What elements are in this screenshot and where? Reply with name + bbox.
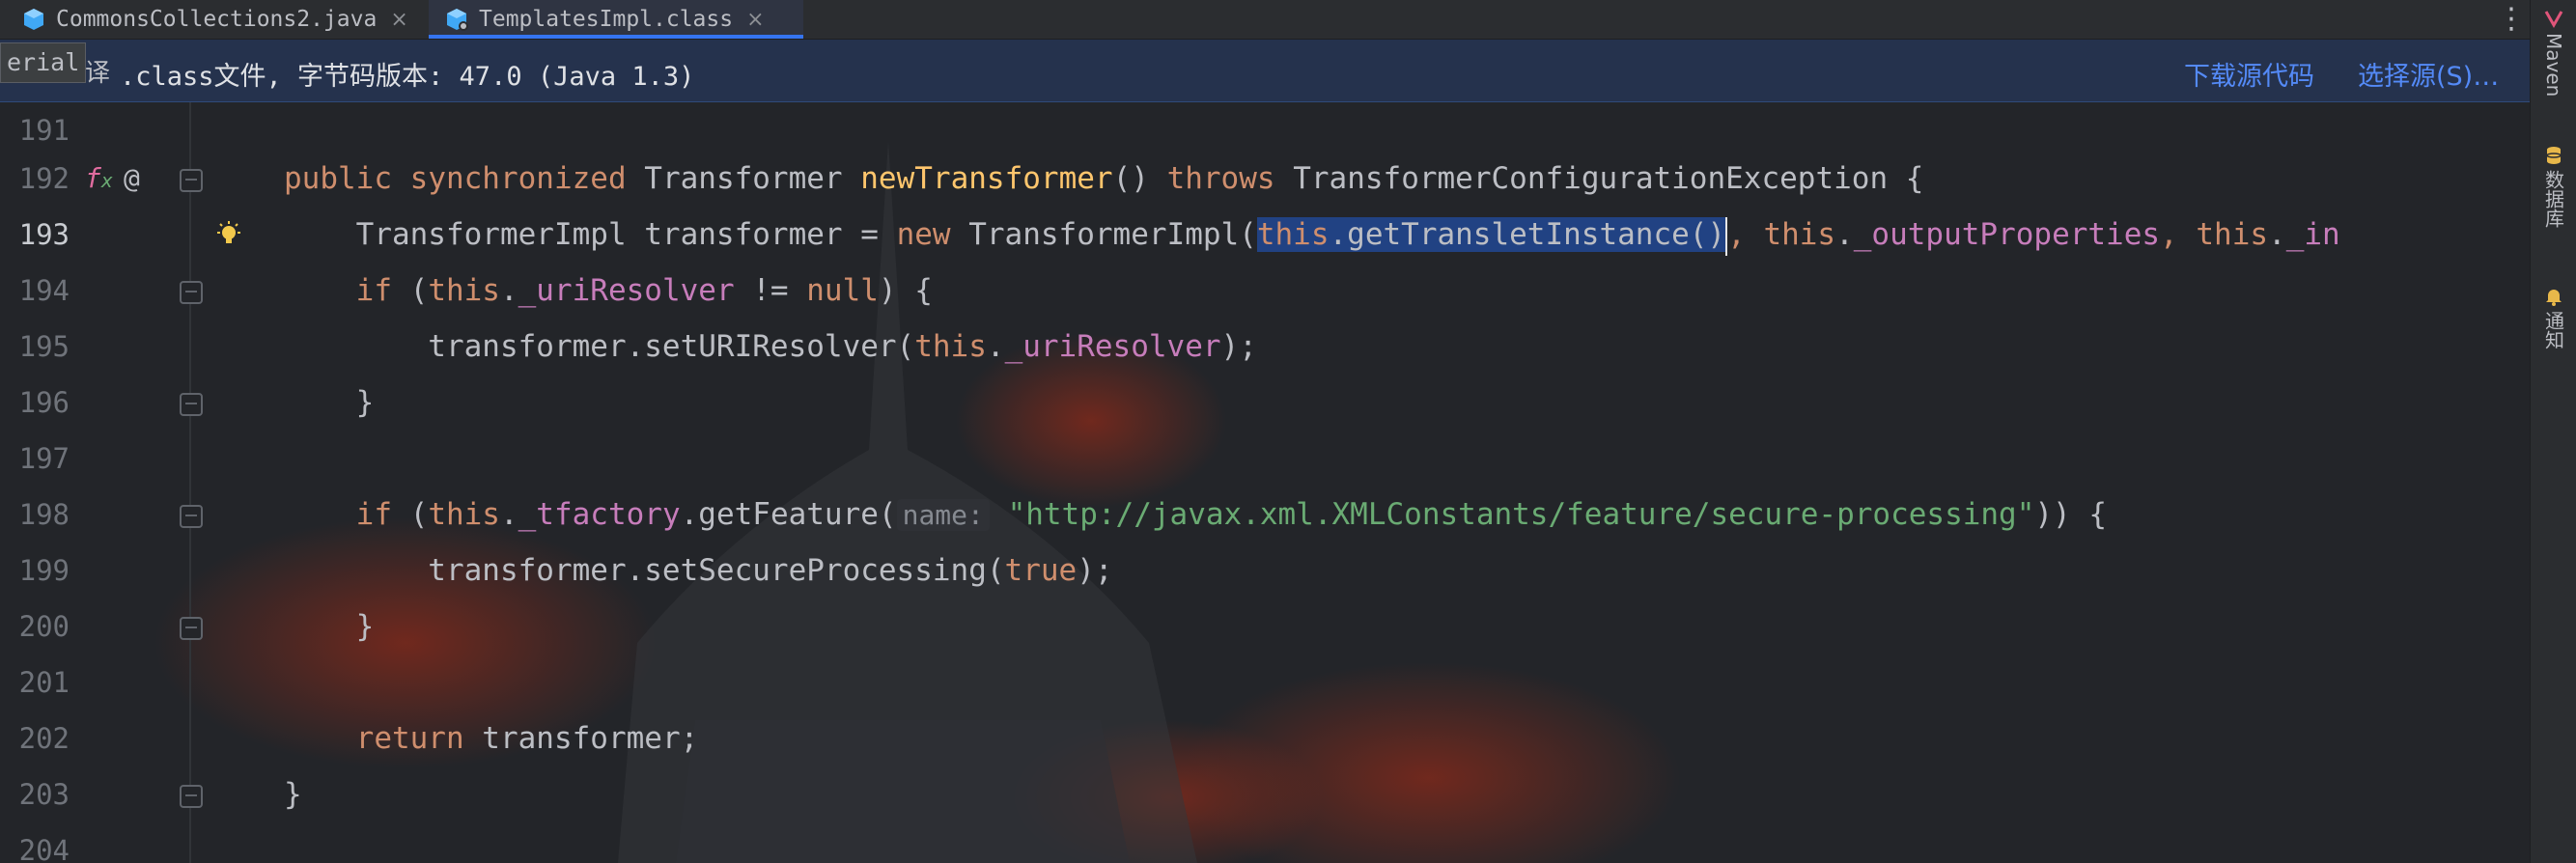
- code-line[interactable]: 202 return transformer;: [0, 710, 2530, 766]
- more-tabs-icon[interactable]: ⋮: [2497, 2, 2526, 36]
- code-text: return transformer;: [355, 721, 699, 756]
- code-text: if (this._tfactory.getFeature(name: "htt…: [355, 497, 2108, 532]
- tab-label: CommonsCollections2.java: [56, 7, 378, 32]
- code-text: transformer.setSecureProcessing(true);: [284, 553, 1113, 588]
- tab-label: TemplatesImpl.class: [479, 7, 734, 32]
- code-line[interactable]: 201: [0, 654, 2530, 710]
- line-number: 198: [18, 498, 70, 531]
- override-method-icon[interactable]: fx: [85, 151, 113, 209]
- line-number: 201: [18, 666, 70, 699]
- line-number: 199: [18, 554, 70, 587]
- banner-icon-fragment: 译: [85, 59, 111, 88]
- line-number: 192: [18, 162, 70, 195]
- code-line[interactable]: 194 if (this._uriResolver != null) {: [0, 263, 2530, 319]
- code-line[interactable]: 195 transformer.setURIResolver(this._uri…: [0, 319, 2530, 375]
- notification-bell-icon: [2546, 290, 2562, 306]
- parameter-hint: name:: [896, 499, 990, 531]
- line-number: 195: [18, 330, 70, 363]
- choose-source-link[interactable]: 选择源(S)…: [2358, 55, 2499, 93]
- banner-message: .class文件, 字节码版本: 47.0 (Java 1.3): [120, 62, 695, 92]
- code-text: public synchronized Transformer newTrans…: [284, 161, 1924, 196]
- tab-templatesimpl[interactable]: TemplatesImpl.class ×: [429, 0, 803, 39]
- lightbulb-icon[interactable]: [214, 220, 243, 249]
- tool-label: 通知: [2541, 311, 2565, 349]
- line-number: 202: [18, 722, 70, 755]
- close-icon[interactable]: ×: [390, 8, 407, 32]
- line-number: 203: [18, 778, 70, 811]
- fold-toggle-icon[interactable]: [180, 169, 203, 192]
- fold-toggle-icon[interactable]: [180, 785, 203, 808]
- code-text: }: [284, 385, 375, 420]
- code-line[interactable]: 200 }: [0, 599, 2530, 654]
- tooltip-fragment: erial: [0, 42, 87, 83]
- line-number: 194: [18, 274, 70, 307]
- java-class-icon: [24, 9, 43, 30]
- download-source-link[interactable]: 下载源代码: [2184, 55, 2314, 93]
- tool-label: Maven: [2542, 33, 2565, 97]
- notifications-tool-button[interactable]: 通知: [2531, 286, 2576, 349]
- fx-icon: f: [85, 162, 101, 194]
- close-icon[interactable]: ×: [746, 8, 764, 32]
- annotation-icon[interactable]: @: [124, 151, 140, 207]
- maven-tool-button[interactable]: Maven: [2531, 8, 2576, 97]
- decompiled-class-banner: 译 .class文件, 字节码版本: 47.0 (Java 1.3) 下载源代码…: [0, 40, 2530, 102]
- code-text: }: [284, 777, 302, 812]
- class-file-icon: [447, 9, 468, 31]
- code-line-current[interactable]: 193 TransformerImpl transformer = new Tr…: [0, 207, 2530, 263]
- code-editor[interactable]: 191 192 fx @ public synchronized Transfo…: [0, 102, 2530, 863]
- code-text: transformer.setURIResolver(this._uriReso…: [284, 329, 1257, 364]
- line-number: 193: [18, 218, 70, 251]
- code-line[interactable]: 192 fx @ public synchronized Transformer…: [0, 151, 2530, 207]
- code-line[interactable]: 197: [0, 431, 2530, 487]
- tab-commonscollections2[interactable]: CommonsCollections2.java ×: [0, 0, 446, 39]
- maven-icon: [2544, 11, 2563, 29]
- database-icon: [2546, 147, 2562, 164]
- fold-toggle-icon[interactable]: [180, 281, 203, 304]
- code-line[interactable]: 204: [0, 822, 2530, 863]
- database-tool-button[interactable]: 数据库: [2531, 145, 2576, 228]
- fold-toggle-icon[interactable]: [180, 505, 203, 528]
- code-line[interactable]: 198 if (this._tfactory.getFeature(name: …: [0, 487, 2530, 543]
- code-text: }: [284, 609, 375, 644]
- code-text: TransformerImpl transformer = new Transf…: [284, 207, 2340, 263]
- right-tool-window-strip: Maven 数据库 通知: [2530, 0, 2576, 863]
- line-number: 197: [18, 442, 70, 475]
- editor-tab-bar: CommonsCollections2.java × TemplatesImpl…: [0, 0, 2530, 40]
- code-line[interactable]: 199 transformer.setSecureProcessing(true…: [0, 543, 2530, 599]
- fold-toggle-icon[interactable]: [180, 617, 203, 640]
- line-number: 200: [18, 610, 70, 643]
- fold-toggle-icon[interactable]: [180, 393, 203, 416]
- tool-label: 数据库: [2541, 170, 2565, 228]
- code-line[interactable]: 203 }: [0, 766, 2530, 822]
- code-text: if (this._uriResolver != null) {: [355, 273, 933, 308]
- code-line[interactable]: 196 }: [0, 375, 2530, 431]
- line-number: 204: [18, 834, 70, 863]
- line-number: 196: [18, 386, 70, 419]
